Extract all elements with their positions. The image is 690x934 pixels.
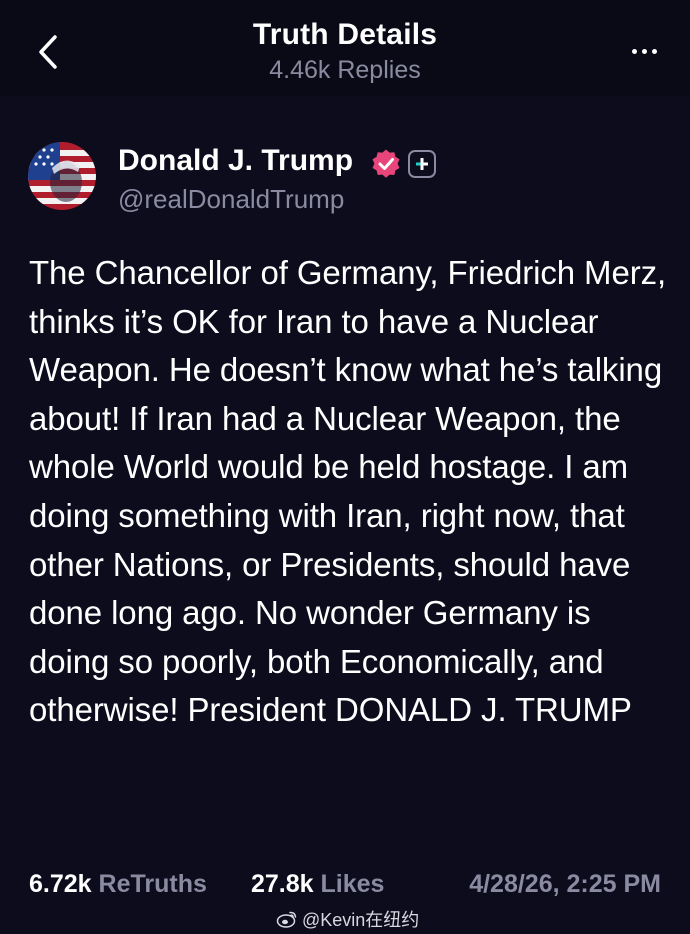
verified-badge-icon: [372, 149, 400, 178]
watermark-text: @Kevin在纽约: [302, 910, 420, 930]
plus-badge-icon: [408, 150, 436, 178]
author-display-name[interactable]: Donald J. Trump: [118, 144, 353, 178]
retruths-stat[interactable]: 6.72k ReTruths: [29, 870, 207, 899]
post-text: The Chancellor of Germany, Friedrich Mer…: [29, 254, 667, 729]
likes-stat[interactable]: 27.8k Likes: [251, 870, 384, 899]
weibo-icon: [276, 911, 297, 928]
likes-count: 27.8k: [251, 870, 314, 898]
avatar[interactable]: [28, 142, 96, 210]
replies-count[interactable]: 4.46k Replies: [0, 56, 690, 85]
retruths-count: 6.72k: [29, 870, 92, 898]
author-handle[interactable]: @realDonaldTrump: [118, 184, 344, 215]
more-options-button[interactable]: [624, 36, 664, 66]
watermark: @Kevin在纽约: [276, 906, 419, 932]
post-author: Donald J. Trump @realDonaldTrump: [28, 142, 668, 218]
top-nav-bar: Truth Details 4.46k Replies: [0, 0, 690, 96]
retruths-label: ReTruths: [98, 870, 207, 898]
avatar-image: [28, 142, 96, 210]
page-title: Truth Details: [252, 18, 438, 51]
likes-label: Likes: [320, 870, 385, 898]
post-stats: 6.72k ReTruths 27.8k Likes 4/28/26, 2:25…: [29, 870, 669, 906]
more-horizontal-icon: [631, 48, 637, 54]
post-timestamp: 4/28/26, 2:25 PM: [469, 870, 661, 898]
